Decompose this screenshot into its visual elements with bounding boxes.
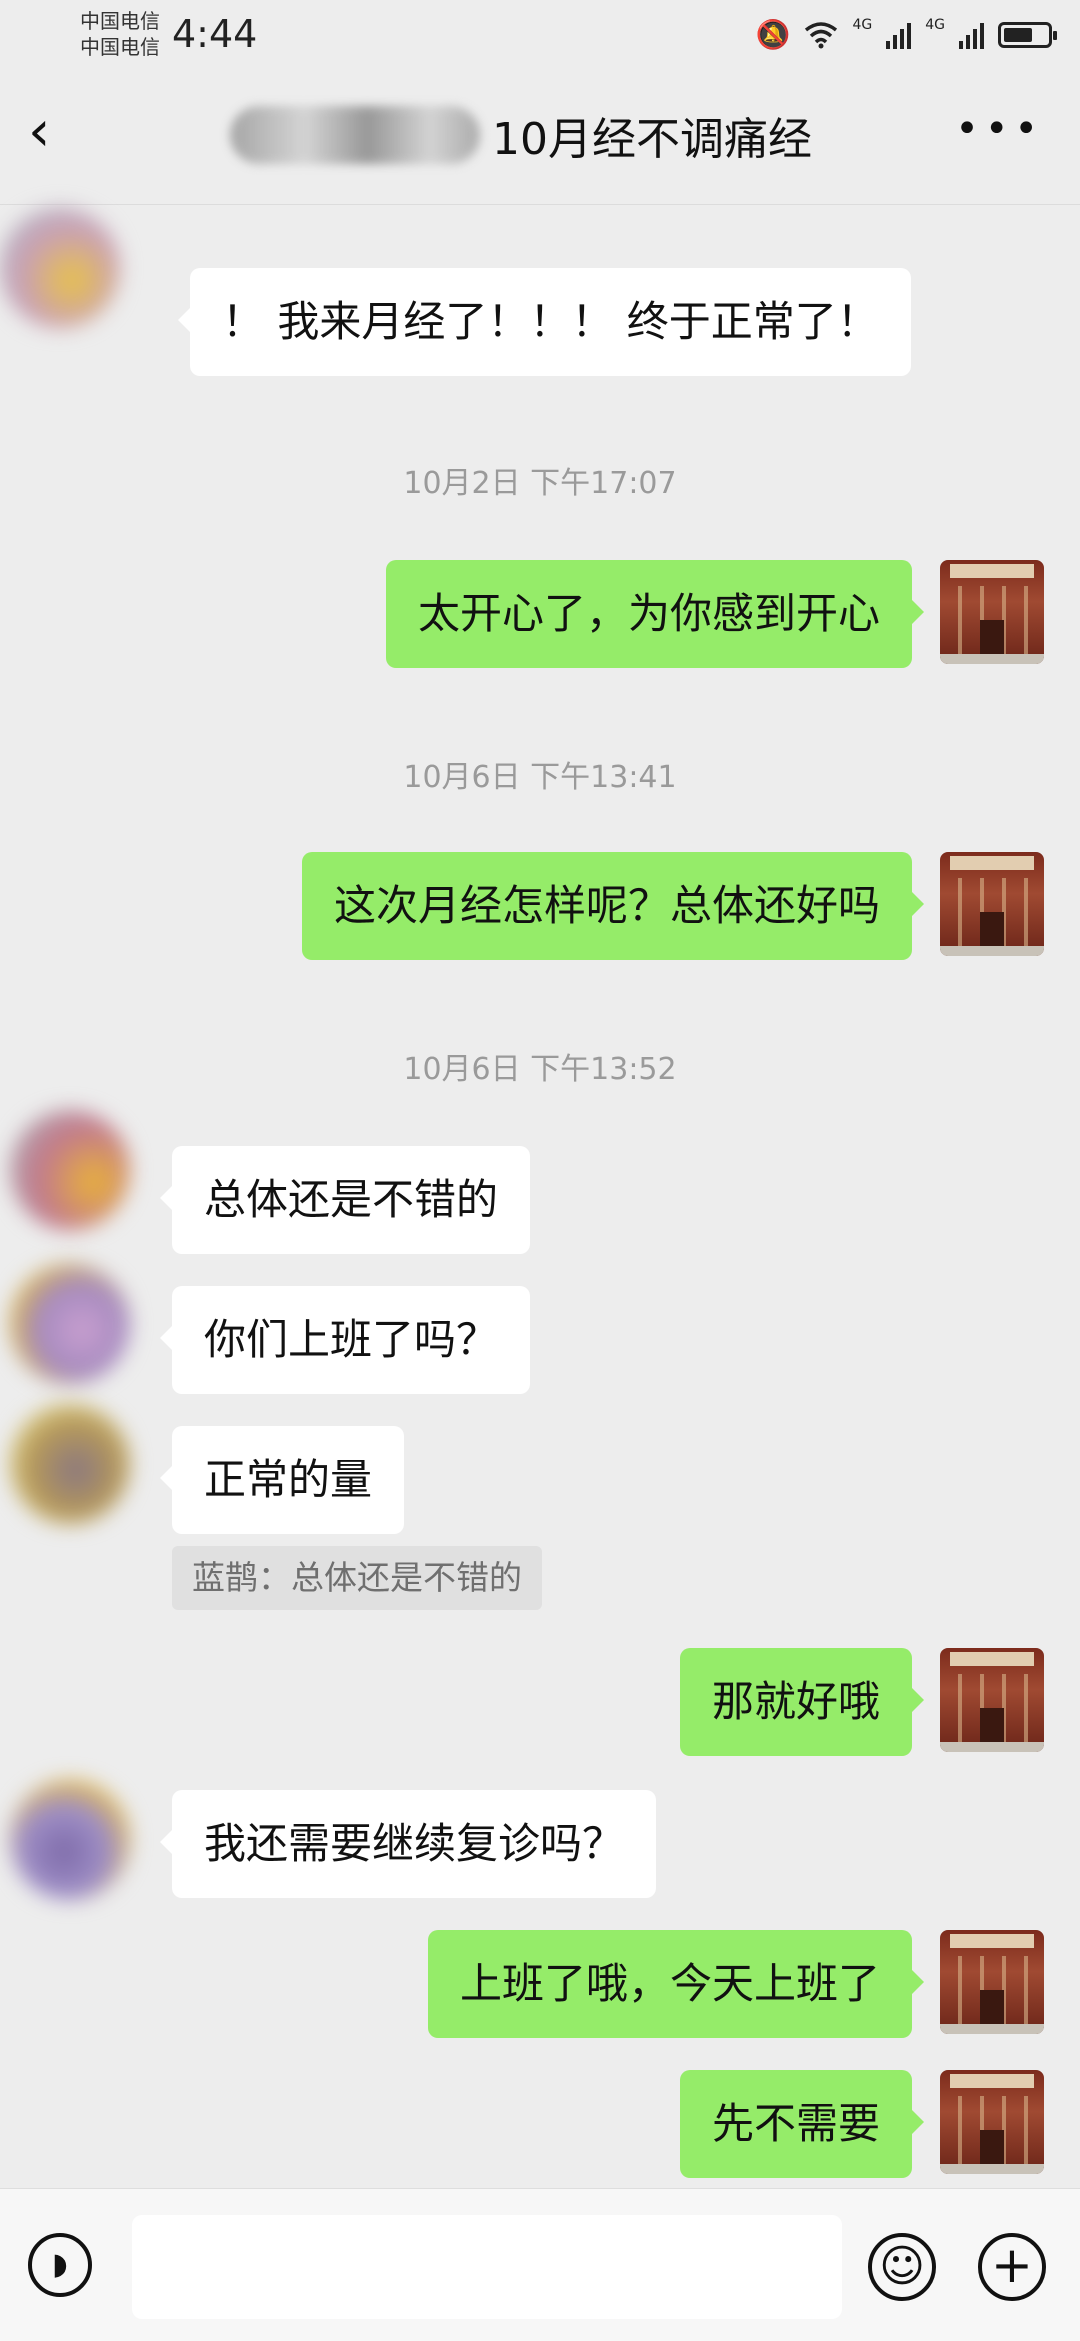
- message-bubble-incoming[interactable]: 正常的量: [159, 1426, 405, 1534]
- message-input[interactable]: [132, 2215, 842, 2319]
- message-bubble-outgoing[interactable]: 太开心了，为你感到开心: [385, 560, 925, 668]
- plus-icon[interactable]: +: [978, 2233, 1046, 2301]
- message-bubble-incoming[interactable]: 我还需要继续复诊吗？: [159, 1790, 657, 1898]
- message-bubble-outgoing[interactable]: 那就好哦: [679, 1648, 925, 1756]
- message-bubble-outgoing[interactable]: 上班了哦，今天上班了: [427, 1930, 925, 2038]
- battery-icon: [998, 21, 1057, 48]
- message-bubble-incoming[interactable]: 总体还是不错的: [159, 1146, 531, 1254]
- avatar[interactable]: [940, 1648, 1044, 1752]
- timestamp: 10月6日 下午13:41: [403, 760, 677, 795]
- avatar[interactable]: [0, 208, 120, 328]
- chat-header: ‹ 10月经不调痛经 •••: [0, 68, 1080, 205]
- network-type-1: 4G: [852, 16, 873, 33]
- carrier-2: 中国电信: [80, 35, 160, 59]
- message-bubble-outgoing[interactable]: 这次月经怎样呢？总体还好吗: [301, 852, 925, 960]
- avatar[interactable]: [10, 1264, 130, 1384]
- timestamp: 10月6日 下午13:52: [403, 1052, 677, 1087]
- status-icons: 🔕 4G 4G: [755, 16, 1057, 51]
- status-bar: 中国电信 中国电信 4:44 🔕 4G 4G: [0, 0, 1080, 68]
- signal-icon: [959, 21, 984, 49]
- chevron-left-icon[interactable]: ‹: [28, 102, 88, 172]
- avatar[interactable]: [10, 1110, 130, 1230]
- emoji-icon[interactable]: ☺: [868, 2233, 936, 2301]
- network-type-2: 4G: [925, 16, 945, 33]
- page-title: 10月经不调痛经: [492, 114, 812, 165]
- avatar[interactable]: [940, 852, 1044, 956]
- message-bubble-outgoing[interactable]: 先不需要: [679, 2070, 925, 2178]
- wifi-icon: [805, 21, 838, 48]
- mute-bell-icon: 🔕: [755, 18, 791, 51]
- quoted-reply[interactable]: 蓝鹊：总体还是不错的: [172, 1546, 542, 1610]
- avatar[interactable]: [10, 1404, 130, 1524]
- chat-title-area: 10月经不调痛经: [230, 100, 812, 170]
- avatar[interactable]: [940, 2070, 1044, 2174]
- avatar[interactable]: [940, 560, 1044, 664]
- message-bubble-incoming[interactable]: ！ 我来月经了！！！ 终于正常了！: [178, 268, 911, 376]
- carrier-labels: 中国电信 中国电信: [80, 8, 160, 60]
- message-bubble-incoming[interactable]: 你们上班了吗？: [159, 1286, 531, 1394]
- clock: 4:44: [172, 12, 258, 56]
- avatar[interactable]: [940, 1930, 1044, 2034]
- timestamp: 10月2日 下午17:07: [403, 466, 677, 501]
- signal-icon: [886, 21, 912, 49]
- more-dots-icon[interactable]: •••: [955, 106, 1044, 152]
- avatar[interactable]: [10, 1780, 130, 1900]
- voice-icon[interactable]: ◗: [28, 2233, 92, 2297]
- blurred-contact-name: [230, 106, 480, 164]
- input-bar: ◗ ☺ +: [0, 2188, 1080, 2341]
- carrier-1: 中国电信: [80, 9, 160, 33]
